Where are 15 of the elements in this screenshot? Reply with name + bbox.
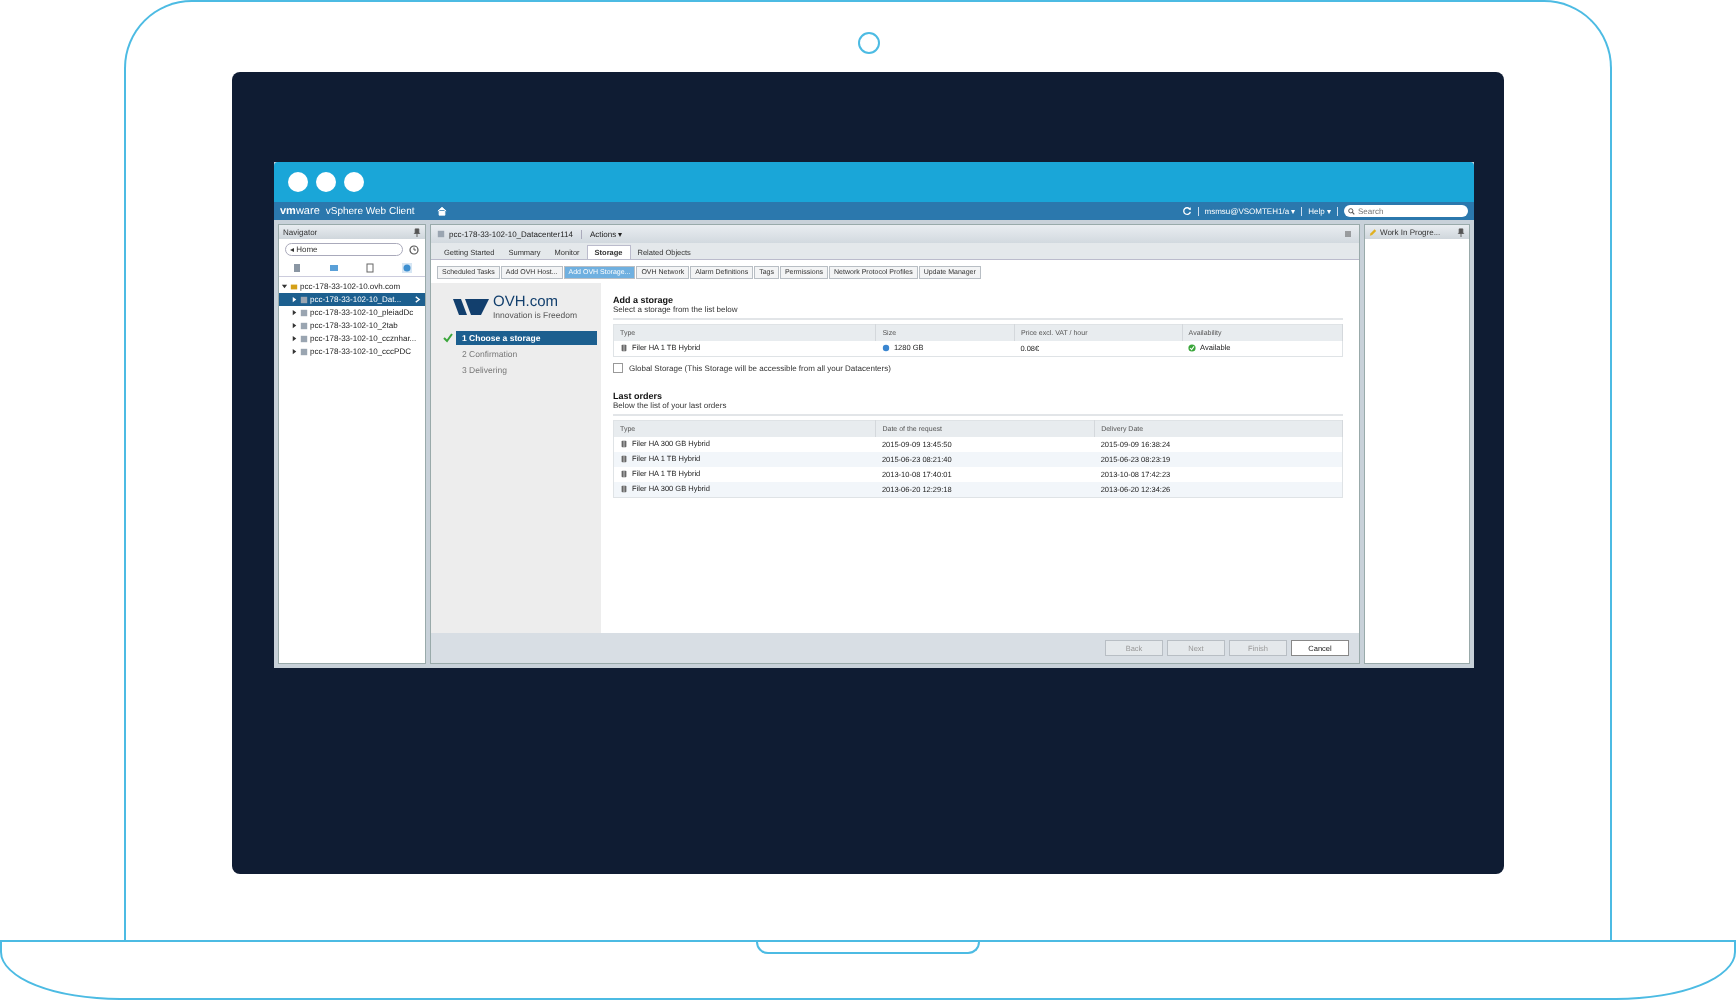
check-icon bbox=[443, 333, 453, 343]
window-dot-icon[interactable] bbox=[344, 172, 364, 192]
window-dot-icon[interactable] bbox=[316, 172, 336, 192]
home-icon[interactable] bbox=[436, 206, 447, 216]
chevron-icon[interactable] bbox=[414, 296, 421, 303]
window-dot-icon[interactable] bbox=[288, 172, 308, 192]
logo-icon bbox=[451, 294, 491, 319]
disk-icon bbox=[881, 343, 890, 352]
pin-icon[interactable] bbox=[413, 227, 421, 237]
camera-icon bbox=[857, 32, 879, 54]
pencil-icon bbox=[1369, 227, 1377, 237]
check-icon bbox=[1188, 343, 1197, 352]
pin-icon[interactable] bbox=[1457, 227, 1465, 237]
checkbox[interactable] bbox=[613, 363, 623, 373]
refresh-icon[interactable] bbox=[1181, 206, 1192, 216]
